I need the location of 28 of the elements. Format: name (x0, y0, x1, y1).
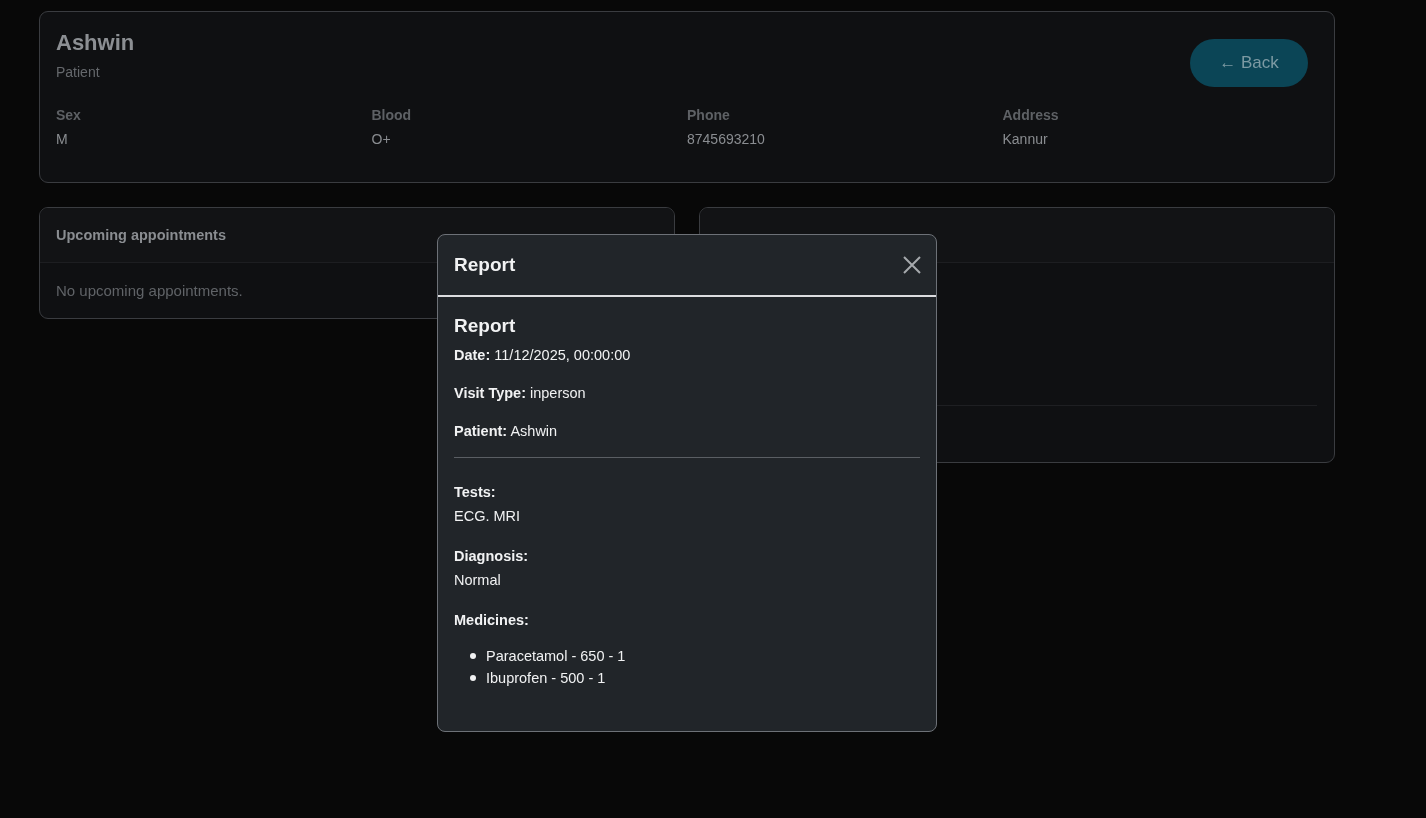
bullet-icon (470, 675, 476, 681)
report-heading: Report (454, 315, 517, 337)
section-label: Tests: (454, 484, 496, 500)
back-button[interactable]: ← Back (1190, 39, 1308, 87)
field-value: Kannur (1002, 131, 1049, 147)
patient-role: Patient (56, 64, 101, 80)
report-detail: Visit Type: inperson (454, 385, 587, 401)
section-value: ECG. MRI (454, 508, 521, 524)
empty-message: No upcoming appointments. (56, 282, 243, 299)
bullet-icon (470, 653, 476, 659)
card-title: Upcoming appointments (56, 227, 226, 243)
field-value: M (56, 131, 69, 147)
field-label: Blood (371, 107, 413, 123)
section-label: Medicines: (454, 612, 529, 628)
dialog-title: Report (454, 254, 516, 276)
field-label: Address (1002, 107, 1060, 123)
medicine-item: Ibuprofen - 500 - 1 (486, 670, 606, 686)
field-value: 8745693210 (687, 131, 766, 147)
close-icon[interactable] (902, 255, 922, 275)
field-label: Phone (687, 107, 731, 123)
report-detail: Date: 11/12/2025, 00:00:00 (454, 347, 632, 363)
patient-name: Ashwin (56, 30, 135, 56)
section-value: Normal (454, 572, 501, 588)
section-label: Diagnosis: (454, 548, 529, 564)
field-value: O+ (371, 131, 392, 147)
field-label: Sex (56, 107, 82, 123)
report-detail: Patient: Ashwin (454, 423, 559, 439)
medicine-item: Paracetamol - 650 - 1 (486, 648, 626, 664)
